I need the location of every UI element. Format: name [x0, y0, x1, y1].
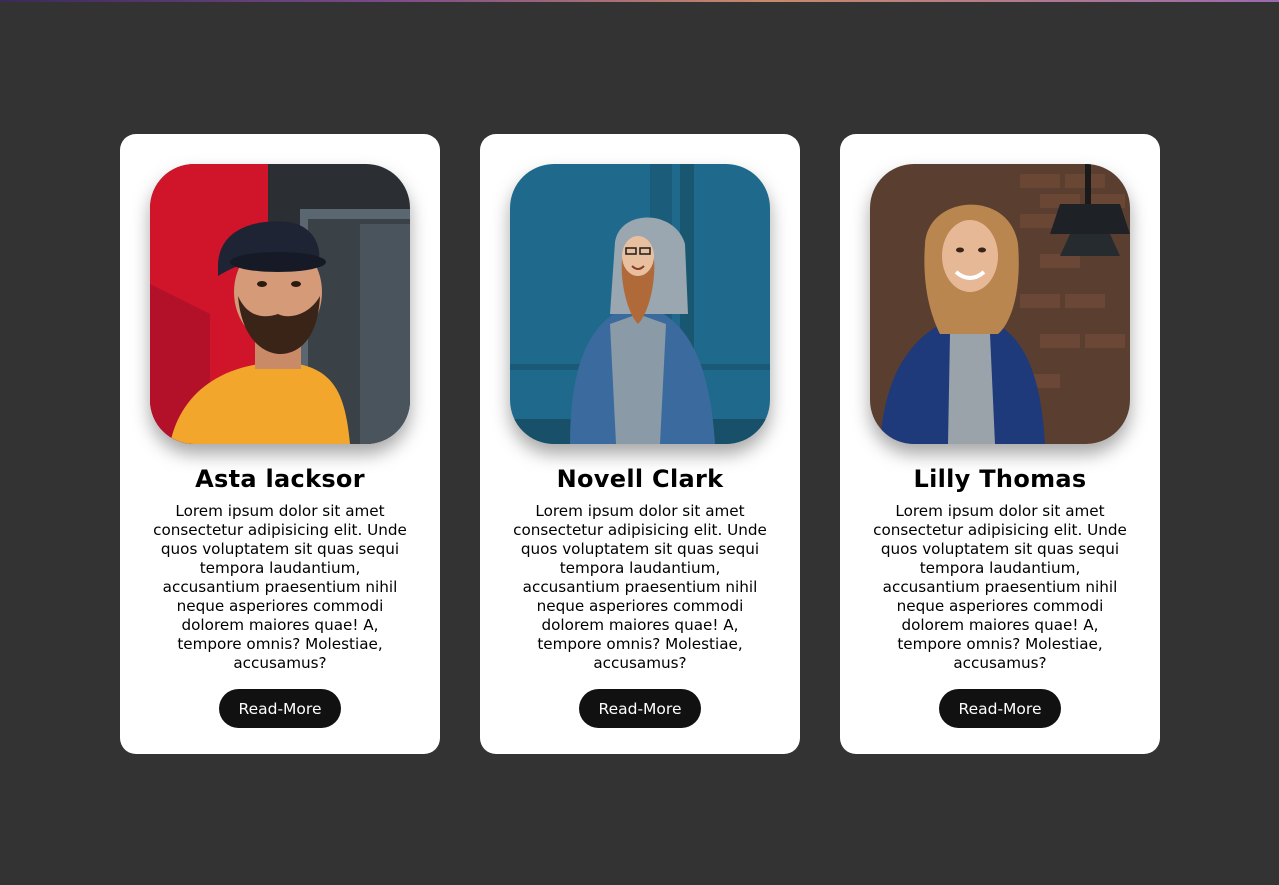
read-more-button[interactable]: Read-More	[578, 689, 702, 728]
profile-description: Lorem ipsum dolor sit amet consectetur a…	[513, 502, 767, 672]
man-in-cap-yellow-shirt-photo	[150, 164, 410, 444]
profile-name: Lilly Thomas	[913, 465, 1087, 493]
profile-cards-container: Asta lacksor Lorem ipsum dolor sit amet …	[120, 134, 1160, 754]
profile-name: Asta lacksor	[195, 465, 365, 493]
profile-card-1: Asta lacksor Lorem ipsum dolor sit amet …	[120, 134, 440, 754]
profile-name: Novell Clark	[556, 465, 724, 493]
smiling-woman-brick-wall-photo	[870, 164, 1130, 444]
profile-card-2: Novell Clark Lorem ipsum dolor sit amet …	[480, 134, 800, 754]
read-more-button[interactable]: Read-More	[218, 689, 342, 728]
profile-card-3: Lilly Thomas Lorem ipsum dolor sit amet …	[840, 134, 1160, 754]
profile-description: Lorem ipsum dolor sit amet consectetur a…	[153, 502, 407, 672]
profile-description: Lorem ipsum dolor sit amet consectetur a…	[873, 502, 1127, 672]
top-gradient-strip	[0, 0, 1279, 2]
woman-in-hoodie-denim-jacket-photo	[510, 164, 770, 444]
read-more-button[interactable]: Read-More	[938, 689, 1062, 728]
